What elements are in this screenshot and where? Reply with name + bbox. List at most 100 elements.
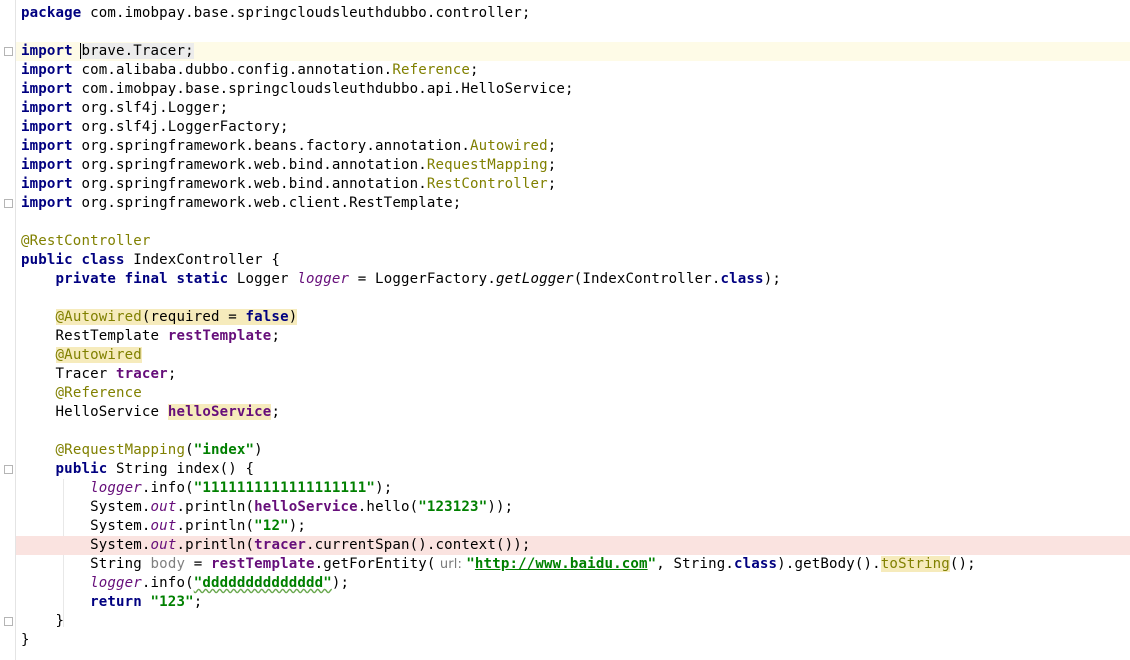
code-line-2[interactable] [16, 23, 1130, 42]
keyword: false [245, 309, 289, 325]
annotation: @Reference [55, 385, 142, 401]
import-first-char: b [81, 43, 91, 59]
field-name: tracer [254, 537, 306, 553]
import-path: com.alibaba.dubbo.config.annotation. [72, 62, 393, 78]
editor-gutter[interactable] [0, 0, 16, 660]
code-text: .info( [141, 575, 194, 591]
code-line-20[interactable]: Tracer tracer; [16, 365, 1130, 384]
fold-marker-icon[interactable] [4, 617, 13, 626]
code-text: .println( [176, 518, 255, 534]
code-editor[interactable]: package com.imobpay.base.springcloudsleu… [0, 0, 1130, 660]
code-text: .getForEntity( [314, 556, 436, 572]
string-literal: "12" [254, 518, 289, 534]
field-name: logger [297, 271, 350, 287]
semicolon: ; [271, 328, 281, 344]
code-line-14[interactable]: public class IndexController { [16, 251, 1130, 270]
field-name: out [150, 499, 177, 515]
code-text: .currentSpan().context()); [305, 537, 531, 553]
semicolon: ; [470, 62, 479, 78]
keyword: return [90, 594, 142, 610]
code-line-9[interactable]: import org.springframework.web.bind.anno… [16, 156, 1130, 175]
code-line-3[interactable]: import brave.Tracer; [4, 42, 1130, 61]
code-line-33[interactable]: } [4, 612, 1130, 631]
type-name: RestTemplate [55, 328, 168, 344]
keyword: import [21, 43, 73, 59]
url-link[interactable]: http://www.baidu.com [475, 556, 648, 572]
code-line-30[interactable]: String body = restTemplate.getForEntity(… [16, 555, 1130, 574]
code-text: ( [185, 442, 194, 458]
code-text: (required = [141, 309, 246, 325]
string-literal: "123" [141, 594, 194, 610]
code-line-10[interactable]: import org.springframework.web.bind.anno… [16, 175, 1130, 194]
code-line-11[interactable]: import org.springframework.web.client.Re… [4, 194, 1130, 213]
field-name: logger [90, 480, 142, 496]
code-line-5[interactable]: import com.imobpay.base.springcloudsleut… [16, 80, 1130, 99]
closing-brace: } [55, 613, 65, 629]
keyword: import [21, 100, 73, 116]
code-line-17[interactable]: @Autowired(required = false) [16, 308, 1130, 327]
code-line-7[interactable]: import org.slf4j.LoggerFactory; [16, 118, 1130, 137]
fold-marker-icon[interactable] [4, 465, 13, 474]
code-line-8[interactable]: import org.springframework.beans.factory… [16, 137, 1130, 156]
code-line-15[interactable]: private final static Logger logger = Log… [16, 270, 1130, 289]
fold-marker-icon[interactable] [4, 199, 13, 208]
code-line-27[interactable]: System.out.println(helloService.hello("1… [16, 498, 1130, 517]
code-text: = LoggerFactory. [349, 271, 496, 287]
code-line-29[interactable]: System.out.println(tracer.currentSpan().… [16, 536, 1130, 555]
code-line-16[interactable] [16, 289, 1130, 308]
import-path: org.slf4j.Logger; [72, 100, 229, 116]
code-line-22[interactable]: HelloService helloService; [16, 403, 1130, 422]
import-class: RequestMapping [426, 157, 548, 173]
code-line-31[interactable]: logger.info("dddddddddddddd"); [16, 574, 1130, 593]
field-name: helloService [254, 499, 358, 515]
code-line-4[interactable]: import com.alibaba.dubbo.config.annotati… [16, 61, 1130, 80]
code-text: = [185, 556, 211, 572]
field-name: restTemplate [211, 556, 315, 572]
field-name: logger [90, 575, 142, 591]
parameter-hint: url: [435, 557, 467, 572]
code-line-26[interactable]: logger.info("1111111111111111111"); [16, 479, 1130, 498]
code-text: .println( [176, 537, 255, 553]
code-line-25[interactable]: public String index() { [4, 460, 1130, 479]
code-text: .hello( [357, 499, 419, 515]
import-class: Autowired [470, 138, 548, 154]
keyword: public class [21, 252, 125, 268]
code-line-24[interactable]: @RequestMapping("index") [16, 441, 1130, 460]
string-literal: "index" [193, 442, 255, 458]
package-name: com.imobpay.base.springcloudsleuthdubbo.… [81, 5, 531, 21]
code-text: ).getBody(). [777, 556, 881, 572]
code-line-32[interactable]: return "123"; [16, 593, 1130, 612]
closing-brace: } [21, 632, 30, 648]
code-text: ); [763, 271, 781, 287]
keyword: private final static [55, 271, 229, 287]
annotation: @RestController [21, 233, 151, 249]
import-path: org.springframework.web.bind.annotation. [72, 176, 427, 192]
code-line-13[interactable]: @RestController [16, 232, 1130, 251]
code-line-6[interactable]: import org.slf4j.Logger; [16, 99, 1130, 118]
import-path: com.imobpay.base.springcloudsleuthdubbo.… [72, 81, 574, 97]
fold-marker-icon[interactable] [4, 47, 13, 56]
code-line-23[interactable] [16, 422, 1130, 441]
code-line-18[interactable]: RestTemplate restTemplate; [16, 327, 1130, 346]
code-line-19[interactable]: @Autowired [16, 346, 1130, 365]
semicolon: ; [167, 366, 177, 382]
class-declaration: IndexController { [124, 252, 281, 268]
semicolon: ; [271, 404, 281, 420]
import-path: org.springframework.beans.factory.annota… [72, 138, 471, 154]
code-line-21[interactable]: @Reference [16, 384, 1130, 403]
semicolon: ; [547, 157, 557, 173]
type-name: String [90, 556, 151, 572]
keyword: import [21, 138, 73, 154]
code-area[interactable]: package com.imobpay.base.springcloudsleu… [4, 4, 1130, 650]
keyword: import [21, 157, 73, 173]
code-text: (); [949, 556, 976, 572]
code-line-34[interactable]: } [16, 631, 1130, 650]
semicolon: ; [547, 176, 557, 192]
string-literal: "dddddddddddddd" [193, 575, 332, 591]
code-line-28[interactable]: System.out.println("12"); [16, 517, 1130, 536]
code-line-12[interactable] [16, 213, 1130, 232]
annotation: @Autowired [55, 347, 142, 363]
code-text: ); [288, 518, 306, 534]
code-line-1[interactable]: package com.imobpay.base.springcloudsleu… [16, 4, 1130, 23]
keyword: class [720, 271, 764, 287]
